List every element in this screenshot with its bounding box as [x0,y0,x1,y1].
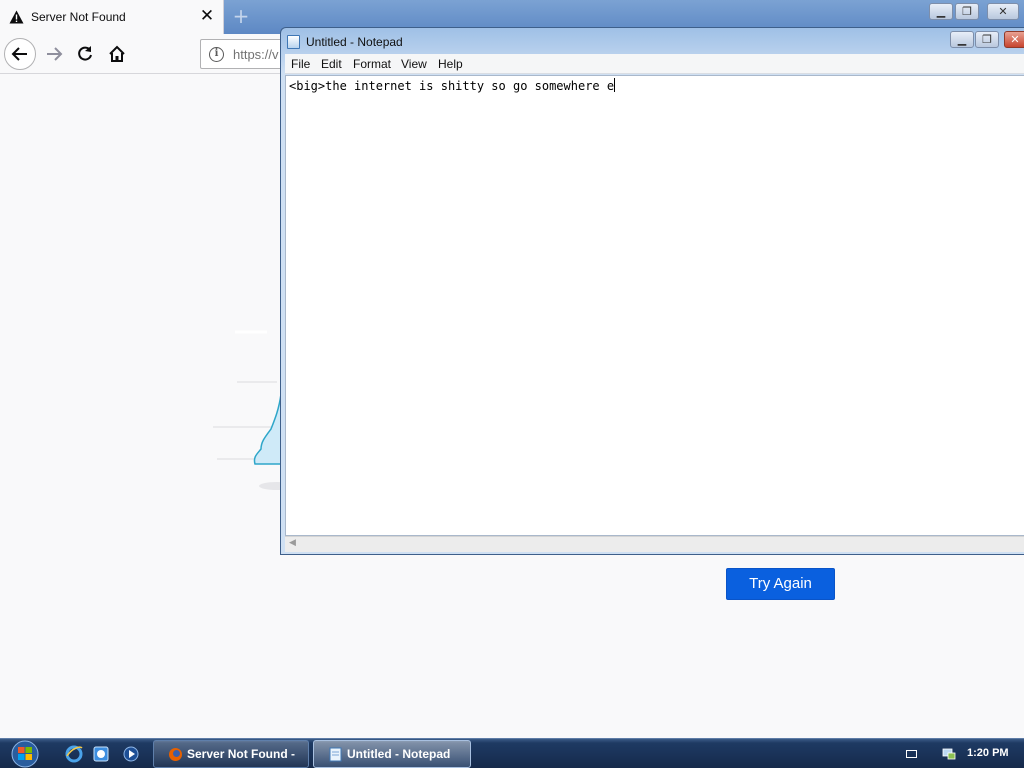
taskbar-label: Untitled - Notepad [347,747,451,761]
tab-close-icon[interactable]: ✕ [198,6,216,26]
notepad-window: Untitled - Notepad ▁ ❐ ✕ File Edit Forma… [280,27,1024,555]
browser-close-button[interactable]: ✕ [987,3,1019,20]
text-caret [614,78,616,92]
keyboard-icon[interactable] [906,750,917,758]
menu-file[interactable]: File [291,57,310,71]
warning-icon [9,10,24,24]
site-info-icon[interactable]: i [209,47,224,62]
notepad-icon [287,35,300,49]
forward-button[interactable] [38,38,70,70]
taskbar-label: Server Not Found - ... [187,747,296,761]
taskbar-button-notepad[interactable]: Untitled - Notepad [313,740,471,768]
reload-button[interactable] [69,38,101,70]
browser-maximize-button[interactable]: ❐ [955,3,979,20]
back-arrow-icon [11,47,27,61]
menu-help[interactable]: Help [438,57,463,71]
menu-view[interactable]: View [401,57,427,71]
browser-minimize-button[interactable]: ▁ [929,3,953,20]
notepad-icon [329,747,342,762]
horizontal-scrollbar[interactable]: ◀ [285,536,1024,552]
url-text[interactable]: https://v [233,47,279,62]
notepad-close-button[interactable]: ✕ [1004,31,1024,48]
tab-title: Server Not Found [31,10,126,24]
home-button[interactable] [101,38,133,70]
reload-icon [78,46,92,61]
scroll-left-icon[interactable]: ◀ [289,538,296,548]
back-button[interactable] [4,38,36,70]
notepad-maximize-button[interactable]: ❐ [975,31,999,48]
notepad-title: Untitled - Notepad [306,35,403,49]
home-icon [109,45,125,62]
start-button[interactable] [8,740,42,768]
network-icon[interactable] [941,747,957,761]
clock[interactable]: 1:20 PM [967,747,1009,759]
tab-server-not-found[interactable]: Server Not Found ✕ [0,0,224,34]
new-tab-button[interactable]: + [230,4,252,28]
forward-arrow-icon [47,47,63,61]
notepad-content[interactable]: <big>the internet is shitty so go somewh… [289,78,616,93]
notepad-menubar: File Edit Format View Help [285,54,1024,74]
taskbar-button-firefox[interactable]: Server Not Found - ... [153,740,309,768]
notepad-content-text: <big>the internet is shitty so go somewh… [289,79,615,93]
notepad-minimize-button[interactable]: ▁ [950,31,974,48]
menu-format[interactable]: Format [353,57,391,71]
firefox-icon [169,748,182,761]
menu-edit[interactable]: Edit [321,57,342,71]
media-player-icon[interactable] [121,744,141,764]
internet-explorer-icon[interactable] [64,744,84,764]
dinosaur-illustration-icon [213,330,285,490]
try-again-button[interactable]: Try Again [726,568,835,600]
explorer-icon[interactable] [91,744,111,764]
notepad-text-area[interactable]: <big>the internet is shitty so go somewh… [285,75,1024,536]
taskbar: Server Not Found - ... Untitled - Notepa… [0,738,1024,768]
